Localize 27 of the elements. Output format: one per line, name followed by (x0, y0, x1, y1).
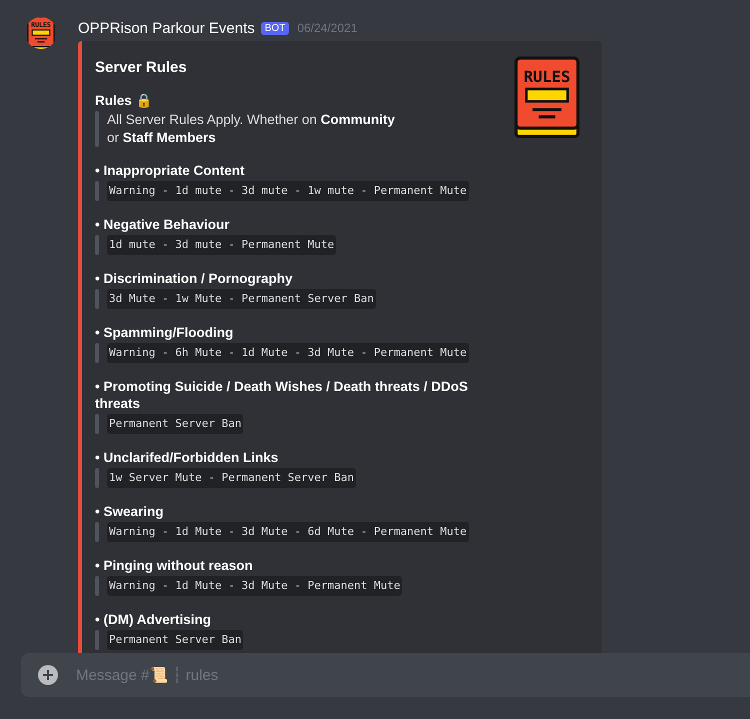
embed-title: Server Rules (95, 59, 188, 76)
plus-icon (38, 665, 58, 685)
field-name: • Negative Behaviour (95, 216, 231, 233)
field-name: • (DM) Advertising (95, 611, 212, 628)
add-attachment-button[interactable] (38, 665, 58, 685)
field-text: All Server Rules Apply. Whether on Community or Staff Members (107, 111, 395, 147)
field-name: • Pinging without reason (95, 557, 254, 574)
timestamp: 06/24/2021 (297, 21, 358, 35)
field-name: • Promoting Suicide / Death Wishes / Death threats / DDoS threats (95, 378, 469, 412)
code-snippet: Warning - 1d mute - 3d mute - 1w mute - Permanent Mute (107, 181, 469, 201)
code-snippet: Warning - 1d Mute - 3d Mute - 6d Mute - Permanent Mute (107, 522, 469, 542)
code-snippet: 3d Mute - 1w Mute - Permanent Server Ban (107, 289, 376, 309)
field-name: • Unclarifed/Forbidden Links (95, 449, 280, 466)
code-snippet: Warning - 6h Mute - 1d Mute - 3d Mute - Permanent Mute (107, 343, 469, 363)
field-name: • Discrimination / Pornography (95, 270, 294, 287)
author-name[interactable]: OPPRison Parkour Events (78, 20, 255, 36)
field-name: • Inappropriate Content (95, 162, 246, 179)
field-name: Rules 🔒 (95, 92, 154, 109)
field-name: • Swearing (95, 503, 164, 520)
code-snippet: 1d mute - 3d mute - Permanent Mute (107, 235, 336, 255)
bot-badge: BOT (260, 22, 290, 34)
code-snippet: Permanent Server Ban (107, 414, 244, 434)
code-snippet: Warning - 1d Mute - 3d Mute - Permanent Mute (107, 576, 402, 596)
code-snippet: Permanent Server Ban (107, 630, 244, 650)
rules-book-thumbnail: RULES (514, 56, 580, 138)
field-name: • Spamming/Flooding (95, 324, 234, 341)
code-snippet: 1w Server Mute - Permanent Server Ban (107, 468, 356, 488)
